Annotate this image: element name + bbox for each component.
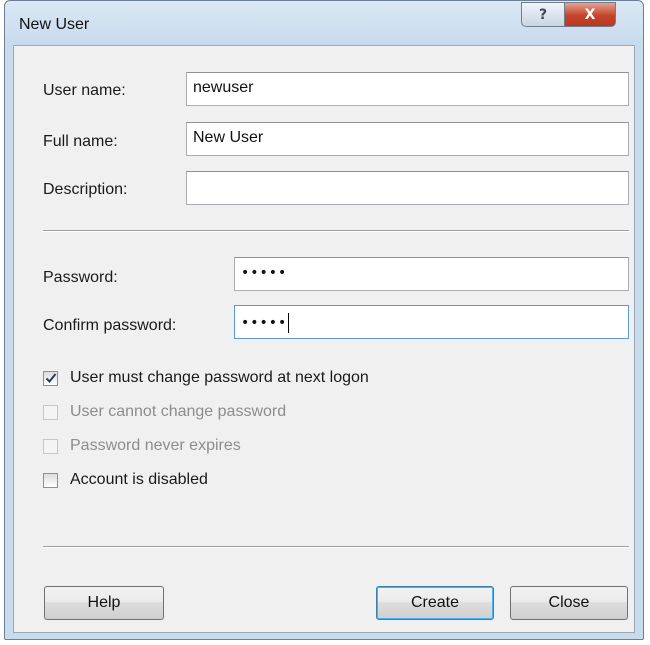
username-field[interactable]: newuser: [186, 72, 629, 106]
title-bar[interactable]: New User ? X: [5, 1, 643, 45]
password-field[interactable]: •••••: [234, 257, 629, 291]
account-disabled-checkbox[interactable]: [43, 473, 58, 488]
must-change-password-checkbox[interactable]: [43, 371, 58, 386]
question-mark-icon: ?: [538, 6, 548, 23]
cannot-change-password-checkbox: [43, 405, 58, 420]
titlebar-close-button[interactable]: X: [564, 2, 616, 27]
confirm-password-label: Confirm password:: [43, 317, 177, 334]
fullname-field[interactable]: New User: [186, 122, 629, 156]
password-label: Password:: [43, 269, 118, 286]
description-field[interactable]: [186, 171, 629, 205]
password-never-expires-checkbox: [43, 439, 58, 454]
username-label: User name:: [43, 82, 126, 99]
dialog-title: New User: [19, 16, 90, 33]
confirm-password-field[interactable]: •••••: [234, 305, 629, 339]
must-change-password-label: User must change password at next logon: [70, 369, 369, 386]
password-never-expires-label: Password never expires: [70, 437, 241, 454]
fullname-label: Full name:: [43, 133, 118, 150]
close-x-icon: X: [584, 6, 596, 23]
text-caret: [288, 313, 290, 333]
new-user-dialog: New User ? X User name: newuser Full nam…: [4, 0, 644, 640]
cannot-change-password-label: User cannot change password: [70, 403, 287, 420]
description-label: Description:: [43, 181, 128, 198]
form-divider-top: [43, 230, 629, 232]
help-button[interactable]: Help: [44, 586, 164, 620]
close-button[interactable]: Close: [510, 586, 628, 620]
form-divider-bottom: [43, 546, 629, 548]
dialog-body: User name: newuser Full name: New User D…: [13, 45, 635, 633]
create-button[interactable]: Create: [376, 586, 494, 620]
confirm-password-value: •••••: [241, 315, 288, 331]
titlebar-help-button[interactable]: ?: [521, 2, 565, 27]
checkmark-icon: [45, 373, 57, 383]
account-disabled-label: Account is disabled: [70, 471, 208, 488]
